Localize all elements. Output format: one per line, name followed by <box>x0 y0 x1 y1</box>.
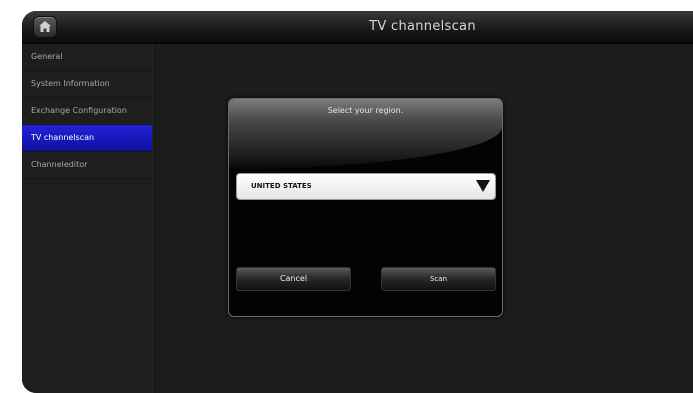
home-icon <box>39 21 51 32</box>
window-title: TV channelscan <box>369 19 476 34</box>
triangle-down-icon <box>476 180 490 192</box>
scan-button[interactable]: Scan <box>381 267 496 291</box>
region-select[interactable]: UNITED STATES <box>236 173 496 200</box>
home-button[interactable] <box>33 16 57 38</box>
dialog-title: Select your region. <box>327 106 404 115</box>
sidebar: General System Information Exchange Conf… <box>22 44 153 393</box>
sidebar-item-channeleditor[interactable]: Channeleditor <box>22 152 152 179</box>
title-bar: TV channelscan <box>22 11 693 44</box>
region-dialog: Select your region. UNITED STATES Cancel… <box>228 98 503 317</box>
app-window: TV channelscan General System Informatio… <box>22 11 693 393</box>
sidebar-item-system-information[interactable]: System Information <box>22 71 152 98</box>
sidebar-item-general[interactable]: General <box>22 44 152 71</box>
sidebar-item-tv-channelscan[interactable]: TV channelscan <box>22 125 152 152</box>
region-select-value: UNITED STATES <box>251 182 312 190</box>
cancel-button[interactable]: Cancel <box>236 267 351 291</box>
sidebar-item-exchange-configuration[interactable]: Exchange Configuration <box>22 98 152 125</box>
